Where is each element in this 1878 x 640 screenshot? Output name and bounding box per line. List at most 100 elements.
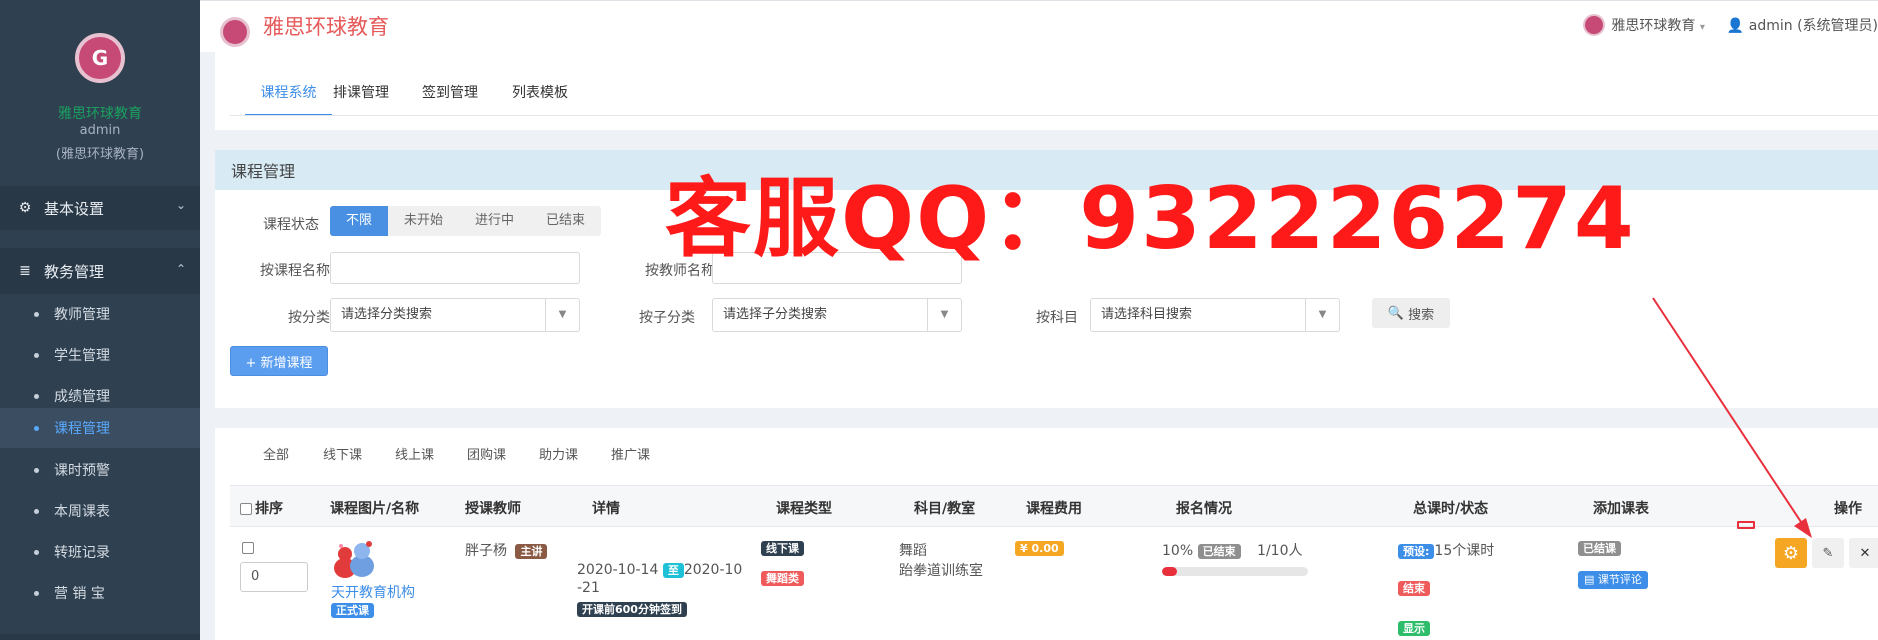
sidebar-item-label: 本周课表 xyxy=(54,504,110,520)
category-select[interactable]: 请选择分类搜索 ▼ xyxy=(330,298,580,332)
column-teacher: 授课教师 xyxy=(465,501,521,517)
database-icon: ≣ xyxy=(19,263,31,279)
sidebar-item-course-management[interactable]: 课程管理 xyxy=(0,408,200,448)
enroll-count: 1/10人 xyxy=(1257,543,1303,559)
column-course: 课程图片/名称 xyxy=(330,501,420,517)
select-all-checkbox[interactable] xyxy=(240,503,252,515)
search-button[interactable]: 🔍 搜索 xyxy=(1372,298,1450,328)
sidebar-item-marketing[interactable]: 营 销 宝 xyxy=(0,573,200,613)
lesson-review-button[interactable]: ▤ 课节评论 xyxy=(1578,571,1648,589)
tab-scheduling[interactable]: 排课管理 xyxy=(333,82,389,116)
status-option-not-started[interactable]: 未开始 xyxy=(388,206,459,236)
sidebar-item-weekly-schedule[interactable]: 本周课表 xyxy=(0,491,200,531)
type-cell: 线下课 xyxy=(761,540,804,556)
subcategory-label: 按子分类 xyxy=(639,310,695,326)
date-separator-badge: 至 xyxy=(662,563,684,578)
bullet-icon xyxy=(34,508,39,514)
course-type-badge: 正式课 xyxy=(331,603,374,618)
category-badge: 舞蹈类 xyxy=(761,571,804,586)
close-icon: ✕ xyxy=(1859,545,1871,561)
tab-check-in[interactable]: 签到管理 xyxy=(422,82,478,116)
subcategory-select[interactable]: 请选择子分类搜索 ▼ xyxy=(712,298,962,332)
annotation-marker xyxy=(1737,521,1755,529)
add-course-button[interactable]: + 新增课程 xyxy=(230,346,328,376)
org-switcher[interactable]: 雅思环球教育 ▾ xyxy=(1611,15,1704,35)
total-hours: 15个课时 xyxy=(1434,543,1495,559)
schedule-state-cell: 已结课 xyxy=(1578,540,1621,556)
edit-button[interactable]: ✎ xyxy=(1812,538,1844,568)
status-option-in-progress[interactable]: 进行中 xyxy=(459,206,530,236)
filter-tab-assist[interactable]: 助力课 xyxy=(539,444,578,463)
course-date-range: 2020-10-14 至 2020-10 xyxy=(577,560,742,580)
module-tabs: 课程系统 排课管理 签到管理 列表模板 xyxy=(215,52,1878,130)
status-filter-label: 课程状态 xyxy=(263,217,319,233)
date-end-part: 2020-10 xyxy=(683,562,743,578)
document-icon: ▤ xyxy=(1584,573,1595,586)
column-hours-status: 总课时/状态 xyxy=(1413,501,1489,517)
sidebar-item-label: 学生管理 xyxy=(54,348,110,364)
bullet-icon xyxy=(34,467,39,473)
filter-tab-online[interactable]: 线上课 xyxy=(395,444,434,463)
sidebar-item-teacher-management[interactable]: 教师管理 xyxy=(0,294,200,334)
status-option-all[interactable]: 不限 xyxy=(330,206,389,236)
sidebar-item-transfer-records[interactable]: 转班记录 xyxy=(0,532,200,572)
sidebar-section-academic-management[interactable]: ≣ 教务管理 ⌃ xyxy=(0,248,200,294)
tab-course-system[interactable]: 课程系统 xyxy=(245,82,332,116)
course-name-input[interactable] xyxy=(330,252,580,284)
org-name: 雅思环球教育 xyxy=(1611,18,1696,34)
filter-tab-offline[interactable]: 线下课 xyxy=(323,444,362,463)
user-menu[interactable]: 👤 admin (系统管理员) xyxy=(1727,15,1878,35)
caret-down-icon: ▼ xyxy=(1305,299,1339,331)
filter-tab-all[interactable]: 全部 xyxy=(263,444,289,463)
delete-button[interactable]: ✕ xyxy=(1849,538,1878,568)
column-course-type: 课程类型 xyxy=(776,501,832,517)
sidebar-username: admin xyxy=(79,123,121,138)
date-start: 2020-10-14 xyxy=(577,562,659,578)
column-sort: 排序 xyxy=(240,498,283,518)
subject-select[interactable]: 请选择科目搜索 ▼ xyxy=(1090,298,1340,332)
review-cell: ▤ 课节评论 xyxy=(1578,571,1648,589)
end-cell: 结束 xyxy=(1398,580,1430,596)
brand-logo-small xyxy=(220,17,250,47)
top-bar-right: 雅思环球教育 ▾ 👤 admin (系统管理员) xyxy=(1583,14,1878,36)
enrollment-progress-fill xyxy=(1162,567,1177,576)
teacher-cell: 胖子杨 主讲 xyxy=(465,540,548,560)
sidebar-brand-name: 雅思环球教育 xyxy=(58,106,142,122)
search-icon: 🔍 xyxy=(1387,305,1405,321)
enrollment-progress-bar xyxy=(1162,567,1308,576)
status-option-ended[interactable]: 已结束 xyxy=(530,206,601,236)
enroll-state-badge: 已结束 xyxy=(1197,544,1241,559)
teacher-name: 胖子杨 xyxy=(465,543,507,559)
sort-order-input[interactable]: 0 xyxy=(240,562,308,592)
top-bar: 雅思环球教育 雅思环球教育 ▾ 👤 admin (系统管理员) xyxy=(200,0,1878,52)
user-label: admin (系统管理员) xyxy=(1748,18,1878,34)
column-subject-room: 科目/教室 xyxy=(914,501,976,517)
filter-tab-group-buy[interactable]: 团购课 xyxy=(467,444,506,463)
course-name-link[interactable]: 天开教育机构 xyxy=(331,582,415,602)
settings-button[interactable]: ⚙ xyxy=(1775,538,1807,568)
bullet-icon xyxy=(34,425,39,431)
sidebar-item-class-hour-warning[interactable]: 课时预警 xyxy=(0,450,200,490)
sidebar-item-student-management[interactable]: 学生管理 xyxy=(0,335,200,375)
row-checkbox[interactable] xyxy=(242,542,254,554)
tab-list-template[interactable]: 列表模板 xyxy=(512,82,568,116)
gear-icon: ⚙ xyxy=(1782,542,1800,564)
column-details: 详情 xyxy=(592,501,620,517)
course-thumbnail[interactable] xyxy=(331,538,379,580)
sidebar-item-label: 课程管理 xyxy=(54,421,110,437)
sidebar-section-basic-settings[interactable]: ⚙ 基本设置 ⌄ xyxy=(0,186,200,230)
course-tag-cell: 正式课 xyxy=(331,602,374,618)
chevron-up-icon: ⌃ xyxy=(175,262,186,276)
fee-badge: ¥ 0.00 xyxy=(1015,541,1064,556)
column-add-schedule: 添加课表 xyxy=(1593,501,1649,517)
caret-down-icon: ▼ xyxy=(545,299,579,331)
subject-text: 舞蹈 xyxy=(899,543,927,559)
checkin-rule-badge: 开课前600分钟签到 xyxy=(577,602,687,617)
sidebar-item-label: 转班记录 xyxy=(54,545,110,561)
filter-tab-promotion[interactable]: 推广课 xyxy=(611,444,650,463)
sidebar-item-label: 营 销 宝 xyxy=(54,586,105,602)
sidebar-user-role: (雅思环球教育) xyxy=(55,147,145,162)
column-actions: 操作 xyxy=(1834,501,1862,517)
sidebar-divider xyxy=(0,634,200,640)
enroll-percent: 10% xyxy=(1162,543,1194,559)
